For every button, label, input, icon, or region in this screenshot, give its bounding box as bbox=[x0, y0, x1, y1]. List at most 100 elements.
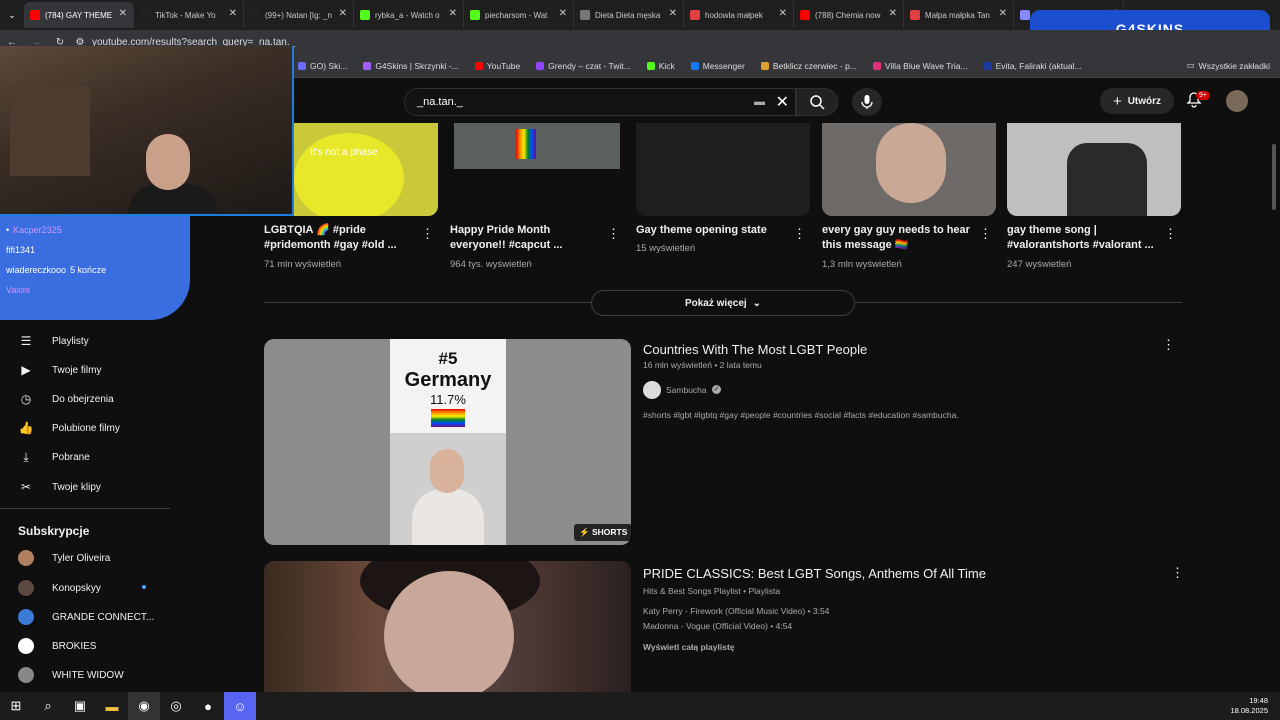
close-tab-icon[interactable]: ✕ bbox=[119, 8, 127, 19]
channel-avatar[interactable] bbox=[643, 381, 661, 399]
bookmark-item[interactable]: Messenger bbox=[683, 61, 753, 71]
browser-tab[interactable]: (784) GAY THEME ✕ bbox=[24, 2, 134, 28]
create-button[interactable]: + Utwórz bbox=[1100, 88, 1174, 114]
file-explorer-icon[interactable]: ▬ bbox=[96, 692, 128, 720]
short-thumbnail-3[interactable] bbox=[636, 123, 810, 216]
short-views-2: 964 tys. wyświetleń bbox=[450, 259, 532, 270]
sidebar-divider bbox=[0, 508, 170, 509]
channel-name[interactable]: Sambucha bbox=[666, 385, 707, 395]
streamer-webcam bbox=[0, 46, 294, 216]
bookmark-item[interactable]: G4Skins | Skrzynki -... bbox=[355, 61, 466, 71]
close-tab-icon[interactable]: ✕ bbox=[559, 8, 567, 19]
search-button[interactable] bbox=[796, 88, 838, 116]
keyboard-icon[interactable]: ▬ bbox=[754, 96, 765, 108]
shorts-badge-label: SHORTS bbox=[591, 527, 628, 537]
steam-icon[interactable]: ◎ bbox=[160, 692, 192, 720]
browser-tab[interactable]: rybka_a - Watch o ✕ bbox=[354, 2, 464, 28]
short-thumbnail-shape bbox=[294, 133, 404, 216]
show-more-button[interactable]: Pokaż więcej ⌄ bbox=[591, 290, 855, 316]
bookmark-item[interactable]: Kick bbox=[639, 61, 683, 71]
browser-tab[interactable]: hodowla małpek ✕ bbox=[684, 2, 794, 28]
short-thumbnail-4[interactable] bbox=[822, 123, 996, 216]
scrollbar[interactable] bbox=[1272, 144, 1276, 210]
subscription-item[interactable]: Tyler Oliveira bbox=[18, 550, 110, 566]
close-tab-icon[interactable]: ✕ bbox=[449, 8, 457, 19]
short-menu-icon-2[interactable]: ⋮ bbox=[607, 226, 620, 242]
video-title-1[interactable]: Countries With The Most LGBT People bbox=[643, 342, 867, 357]
short-thumbnail-5[interactable] bbox=[1007, 123, 1181, 216]
video-thumbnail-1[interactable]: #5 Germany 11.7% bbox=[264, 339, 631, 545]
short-menu-icon-4[interactable]: ⋮ bbox=[979, 226, 992, 242]
short-menu-icon-3[interactable]: ⋮ bbox=[793, 226, 806, 242]
tab-label: Dieta Dieta męska bbox=[595, 10, 661, 20]
bookmark-label: G4Skins | Skrzynki -... bbox=[375, 60, 459, 71]
voice-search-button[interactable] bbox=[852, 88, 882, 116]
clear-search-icon[interactable]: ✕ bbox=[776, 92, 789, 112]
browser-tab[interactable]: Małpa małpka Tan ✕ bbox=[904, 2, 1014, 28]
sidebar-item[interactable]: ▶ Twoje filmy bbox=[18, 362, 101, 378]
video-menu-icon-2[interactable]: ⋮ bbox=[1171, 565, 1184, 581]
browser-tab[interactable]: piecharsom - Wat ✕ bbox=[464, 2, 574, 28]
short-title-3[interactable]: Gay theme opening state bbox=[636, 223, 786, 238]
bookmark-favicon bbox=[690, 61, 699, 70]
system-clock[interactable]: 19:48 18.08.2025 bbox=[1230, 696, 1268, 716]
subscriptions-heading[interactable]: Subskrypcje bbox=[18, 524, 89, 538]
all-bookmarks[interactable]: ▭ Wszystkie zakładki bbox=[1187, 60, 1270, 71]
sidebar-item[interactable]: ⤓ Pobrane bbox=[18, 449, 89, 465]
short-thumbnail-2[interactable] bbox=[450, 123, 624, 216]
playlist-song-1[interactable]: Katy Perry - Firework (Official Music Vi… bbox=[643, 606, 829, 616]
clock-icon: ◷ bbox=[20, 392, 32, 406]
short-title-4[interactable]: every gay guy needs to hear this message… bbox=[822, 223, 974, 253]
video-title-2[interactable]: PRIDE CLASSICS: Best LGBT Songs, Anthems… bbox=[643, 566, 986, 581]
chrome-icon[interactable]: ◉ bbox=[128, 692, 160, 720]
subscription-item[interactable]: WHITE WIDOW bbox=[18, 667, 124, 683]
bookmark-item[interactable]: Grendy – czat - Twit... bbox=[528, 61, 639, 71]
close-tab-icon[interactable]: ✕ bbox=[229, 8, 237, 19]
close-tab-icon[interactable]: ✕ bbox=[779, 8, 787, 19]
tab-label: rybka_a - Watch o bbox=[375, 10, 440, 20]
short-menu-icon-1[interactable]: ⋮ bbox=[421, 226, 434, 242]
bookmark-favicon bbox=[474, 61, 483, 70]
close-tab-icon[interactable]: ✕ bbox=[669, 8, 677, 19]
thumbnail-person-shirt bbox=[412, 489, 484, 545]
task-view-icon[interactable]: ▣ bbox=[64, 692, 96, 720]
view-full-playlist-link[interactable]: Wyświetl całą playlistę bbox=[643, 642, 735, 652]
close-tab-icon[interactable]: ✕ bbox=[889, 8, 897, 19]
tab-menu-icon[interactable]: ⌄ bbox=[0, 1, 24, 29]
subscription-item[interactable]: Konopskyy bbox=[18, 580, 101, 596]
bookmark-item[interactable]: GO) Ski... bbox=[290, 61, 355, 71]
bookmark-item[interactable]: Villa Blue Wave Tria... bbox=[865, 61, 976, 71]
browser-tab[interactable]: Dieta Dieta męska ✕ bbox=[574, 2, 684, 28]
stream-chat-overlay: • Kacper2325 fifi1341 wiadereczkooo 5 końc… bbox=[0, 216, 190, 320]
close-tab-icon[interactable]: ✕ bbox=[339, 8, 347, 19]
sidebar-item[interactable]: ☰ Playlisty bbox=[18, 333, 89, 349]
video-thumbnail-2[interactable] bbox=[264, 561, 631, 692]
bookmark-item[interactable]: YouTube bbox=[467, 61, 528, 71]
chat-username: Vaxini bbox=[6, 285, 30, 295]
obs-icon[interactable]: ● bbox=[192, 692, 224, 720]
sidebar-item[interactable]: ✂ Twoje klipy bbox=[18, 479, 101, 495]
thumbnail-rank: #5 bbox=[438, 349, 458, 368]
user-avatar[interactable] bbox=[1226, 90, 1248, 112]
browser-tab[interactable]: (788) Chemia now ✕ bbox=[794, 2, 904, 28]
browser-tab[interactable]: TikTok - Make Yo ✕ bbox=[134, 2, 244, 28]
thumbnail-person-area bbox=[390, 433, 506, 545]
bookmark-item[interactable]: Betklicz czerwiec - p... bbox=[753, 61, 865, 71]
sidebar-item[interactable]: 👍 Polubione filmy bbox=[18, 420, 120, 436]
subscription-item[interactable]: GRANDE CONNECT... bbox=[18, 609, 154, 625]
short-title-1[interactable]: LGBTQIA 🌈 #pride #pridemonth #gay #old .… bbox=[264, 223, 414, 253]
short-title-2[interactable]: Happy Pride Month everyone!! #capcut ... bbox=[450, 223, 600, 253]
sidebar-item[interactable]: ◷ Do obejrzenia bbox=[18, 391, 114, 407]
playlist-song-2[interactable]: Madonna - Vogue (Official Video) • 4:54 bbox=[643, 621, 792, 631]
close-tab-icon[interactable]: ✕ bbox=[999, 8, 1007, 19]
short-menu-icon-5[interactable]: ⋮ bbox=[1164, 226, 1177, 242]
windows-start-icon[interactable]: ⊞ bbox=[0, 692, 32, 720]
search-input[interactable]: _na.tan._ ▬ ✕ bbox=[404, 88, 796, 116]
video-menu-icon-1[interactable]: ⋮ bbox=[1162, 337, 1175, 353]
bookmark-item[interactable]: Evita, Faliraki (aktual... bbox=[976, 61, 1090, 71]
taskbar-search-icon[interactable]: ⌕ bbox=[32, 692, 64, 720]
browser-tab[interactable]: (99+) Natan [Ig: _n ✕ bbox=[244, 2, 354, 28]
discord-icon[interactable]: ☺ bbox=[224, 692, 256, 720]
short-title-5[interactable]: gay theme song | #valorantshorts #valora… bbox=[1007, 223, 1163, 253]
subscription-item[interactable]: BROKIES bbox=[18, 638, 96, 654]
